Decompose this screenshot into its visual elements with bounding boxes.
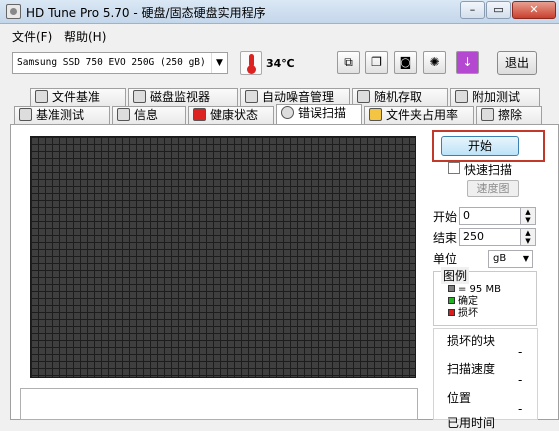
scan-block-grid xyxy=(30,136,416,378)
end-input[interactable]: 250 xyxy=(459,228,521,246)
legend-title: 图例 xyxy=(441,267,470,284)
menu-file[interactable]: 文件(F) xyxy=(12,28,52,45)
options-icon[interactable]: ✺ xyxy=(423,51,446,74)
tab-disk-monitor[interactable]: 磁盘监视器 xyxy=(128,88,238,106)
temperature-readout: 34℃ xyxy=(266,57,295,70)
menu-help[interactable]: 帮助(H) xyxy=(64,28,106,45)
thermometer-icon xyxy=(240,51,262,75)
drive-select[interactable]: Samsung SSD 750 EVO 250G (250 gB) ▼ xyxy=(12,52,228,74)
scan-log-box xyxy=(20,388,418,420)
tab-erase[interactable]: 擦除 xyxy=(476,106,542,124)
file-benchmark-icon xyxy=(35,90,48,103)
end-field-label: 结束 xyxy=(433,231,458,245)
exit-button[interactable]: 退出 xyxy=(497,51,537,75)
legend-ok: 确定 xyxy=(448,296,478,307)
unit-select[interactable]: gB ▼ xyxy=(488,250,533,268)
title-bar: HD Tune Pro 5.70 - 硬盘/固态硬盘实用程序 – ▭ ✕ xyxy=(0,0,559,24)
extra-tests-icon xyxy=(455,90,468,103)
drive-select-value: Samsung SSD 750 EVO 250G (250 gB) xyxy=(17,57,206,68)
legend-bad: 损坏 xyxy=(448,308,478,319)
window-title: HD Tune Pro 5.70 - 硬盘/固态硬盘实用程序 xyxy=(26,6,266,20)
legend-block-size: = 95 MB xyxy=(448,284,501,295)
start-field-label: 开始 xyxy=(433,210,458,224)
start-spinner[interactable]: ▲ ▼ xyxy=(520,207,536,225)
block-swatch xyxy=(448,285,455,292)
bar-chart-icon xyxy=(133,90,146,103)
health-cross-icon xyxy=(193,108,206,121)
copy-info-icon[interactable]: ⧉ xyxy=(337,51,360,74)
quick-scan-label: 快速扫描 xyxy=(464,163,513,177)
position-value: - xyxy=(518,402,523,416)
bad-blocks-value: - xyxy=(518,345,523,359)
speaker-icon xyxy=(245,90,258,103)
folder-icon xyxy=(369,108,382,121)
tab-random-access[interactable]: 随机存取 xyxy=(352,88,448,106)
benchmark-icon xyxy=(19,108,32,121)
tab-info[interactable]: 信息 xyxy=(112,106,186,124)
trash-icon xyxy=(481,108,494,121)
copy-text-icon[interactable]: ❐ xyxy=(365,51,388,74)
unit-label: 单位 xyxy=(433,252,458,266)
download-icon[interactable]: ↓ xyxy=(456,51,479,74)
ok-swatch xyxy=(448,297,455,304)
scan-speed-label: 扫描速度 xyxy=(447,362,496,376)
start-input[interactable]: 0 xyxy=(459,207,521,225)
tab-extra-tests[interactable]: 附加测试 xyxy=(450,88,540,106)
unit-chevron-down-icon: ▼ xyxy=(522,254,529,263)
maximize-button[interactable]: ▭ xyxy=(486,1,511,19)
toolbar: Samsung SSD 750 EVO 250G (250 gB) ▼ 34℃ … xyxy=(0,46,559,80)
chevron-down-icon[interactable]: ▼ xyxy=(211,53,227,73)
tab-folder-usage[interactable]: 文件夹占用率 xyxy=(364,106,474,124)
elapsed-label: 已用时间 xyxy=(447,416,496,430)
app-icon xyxy=(6,4,21,19)
magnifier-icon xyxy=(281,106,294,119)
info-icon xyxy=(117,108,130,121)
minimize-button[interactable]: – xyxy=(460,1,485,19)
position-label: 位置 xyxy=(447,391,472,405)
tab-health[interactable]: 健康状态 xyxy=(188,106,274,124)
tab-file-benchmark[interactable]: 文件基准 xyxy=(30,88,126,106)
end-spinner[interactable]: ▲ ▼ xyxy=(520,228,536,246)
scan-speed-value: - xyxy=(518,373,523,387)
screenshot-camera-icon[interactable]: ◙ xyxy=(394,51,417,74)
bad-swatch xyxy=(448,309,455,316)
random-access-icon xyxy=(357,90,370,103)
bad-blocks-label: 损坏的块 xyxy=(447,334,496,348)
start-button-highlight xyxy=(432,130,545,162)
menu-bar: 文件(F) 帮助(H) xyxy=(0,25,559,45)
speed-map-button[interactable]: 速度图 xyxy=(467,180,519,197)
close-button[interactable]: ✕ xyxy=(512,1,556,19)
quick-scan-checkbox[interactable] xyxy=(448,162,460,174)
tab-error-scan[interactable]: 错误扫描 xyxy=(276,104,362,124)
tab-benchmark[interactable]: 基准测试 xyxy=(14,106,110,124)
